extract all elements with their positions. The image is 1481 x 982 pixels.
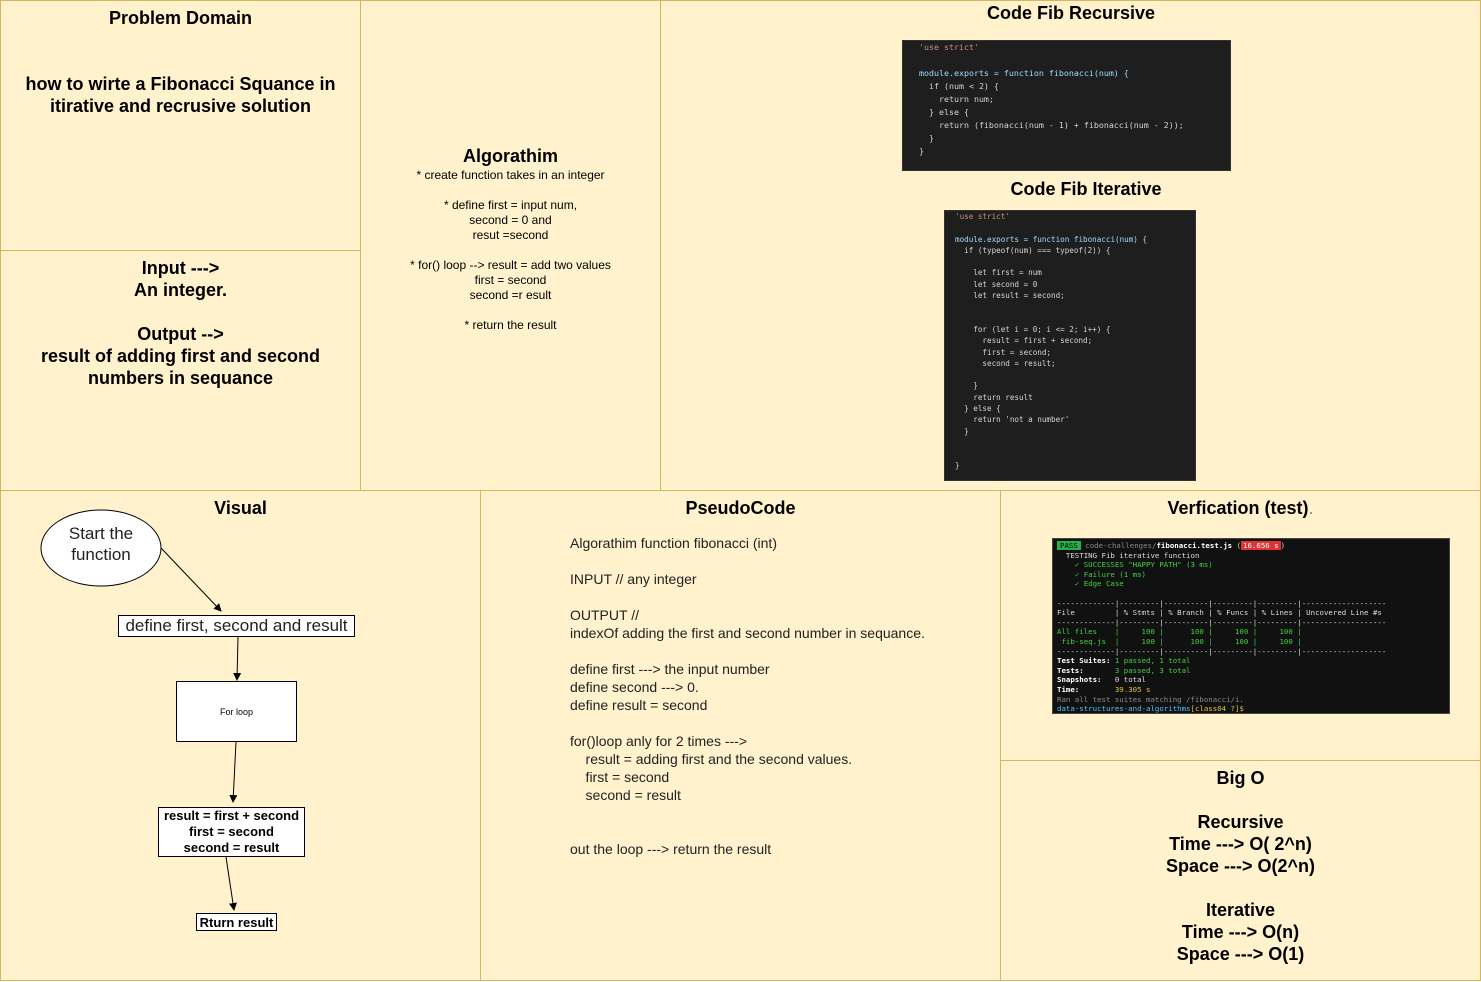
problem-domain-title: Problem Domain: [108, 8, 253, 28]
code-line: for (let i = 0; i <= 2; i++) {: [955, 324, 1111, 334]
define-node: define first, second and result: [118, 615, 355, 637]
code-line: }: [955, 381, 978, 391]
code-line: let first = num: [955, 268, 1042, 278]
problem-domain-text: how to wirte a Fibonacci Squance in itir…: [25, 74, 336, 116]
pseudocode-text: Algorathim function fibonacci (int) INPU…: [570, 535, 925, 857]
visual-panel: Visual Start the function define first, …: [0, 490, 481, 981]
big-o-text: Big O Recursive Time ---> O( 2^n) Space …: [1165, 768, 1316, 964]
code-panel: Code Fib Recursive 'use strict' module.e…: [660, 0, 1481, 491]
code-iterative-title: Code Fib Iterative: [1010, 179, 1162, 199]
code-line: first = second;: [955, 347, 1052, 357]
verification-title: Verfication (test).: [1001, 498, 1480, 519]
verification-title-suffix: .: [1308, 498, 1314, 518]
arrow-start-to-define: [160, 547, 222, 612]
code-line: if (typeof(num) === typeof(2)) {: [955, 245, 1111, 255]
start-node: Start the function: [68, 524, 134, 564]
code-line: let second = 0: [955, 279, 1038, 289]
verification-title-text: Verfication (test): [1167, 498, 1309, 518]
algorithm-title: Algorathim: [462, 146, 558, 166]
code-line: 'use strict': [955, 212, 1010, 221]
code-line: return 'not a number': [955, 415, 1070, 425]
loop-body-node: result = first + second first = second s…: [158, 807, 305, 857]
arrow-body-to-return: [225, 856, 237, 911]
code-recursive-screenshot: 'use strict' module.exports = function f…: [902, 40, 1231, 171]
code-line: second = result;: [955, 358, 1056, 368]
test-output-terminal: PASS code-challenges/fibonacci.test.js (…: [1052, 538, 1450, 714]
input-output-panel: Input ---> An integer. Output --> result…: [0, 250, 361, 491]
code-line: module.exports = function fibonacci(num)…: [955, 234, 1148, 244]
code-line: } else {: [955, 404, 1001, 414]
verification-panel: Verfication (test). PASS code-challenges…: [1000, 490, 1481, 761]
code-line: }: [955, 460, 960, 470]
big-o-panel: Big O Recursive Time ---> O( 2^n) Space …: [1000, 760, 1481, 981]
code-recursive-title: Code Fib Recursive: [986, 3, 1156, 23]
algorithm-text: * create function takes in an integer * …: [410, 168, 611, 332]
code-line: let result = second;: [955, 291, 1065, 301]
pass-badge: PASS: [1057, 541, 1081, 550]
code-line: result = first + second;: [955, 336, 1093, 346]
input-output-text: Input ---> An integer. Output --> result…: [40, 258, 321, 388]
problem-domain-panel: Problem Domain how to wirte a Fibonacci …: [0, 0, 361, 251]
pseudocode-title: PseudoCode: [685, 498, 796, 518]
code-line: return result: [955, 392, 1033, 402]
arrow-define-to-loop: [233, 636, 242, 681]
for-loop-node: For loop: [176, 681, 297, 742]
code-iterative-screenshot: 'use strict' module.exports = function f…: [944, 210, 1196, 481]
return-node: Rturn result: [196, 913, 277, 931]
algorithm-panel: Algorathim * create function takes in an…: [360, 0, 661, 491]
code-line: }: [955, 426, 969, 436]
pseudocode-panel: PseudoCode Algorathim function fibonacci…: [480, 490, 1001, 981]
arrow-loop-to-body: [229, 741, 238, 803]
